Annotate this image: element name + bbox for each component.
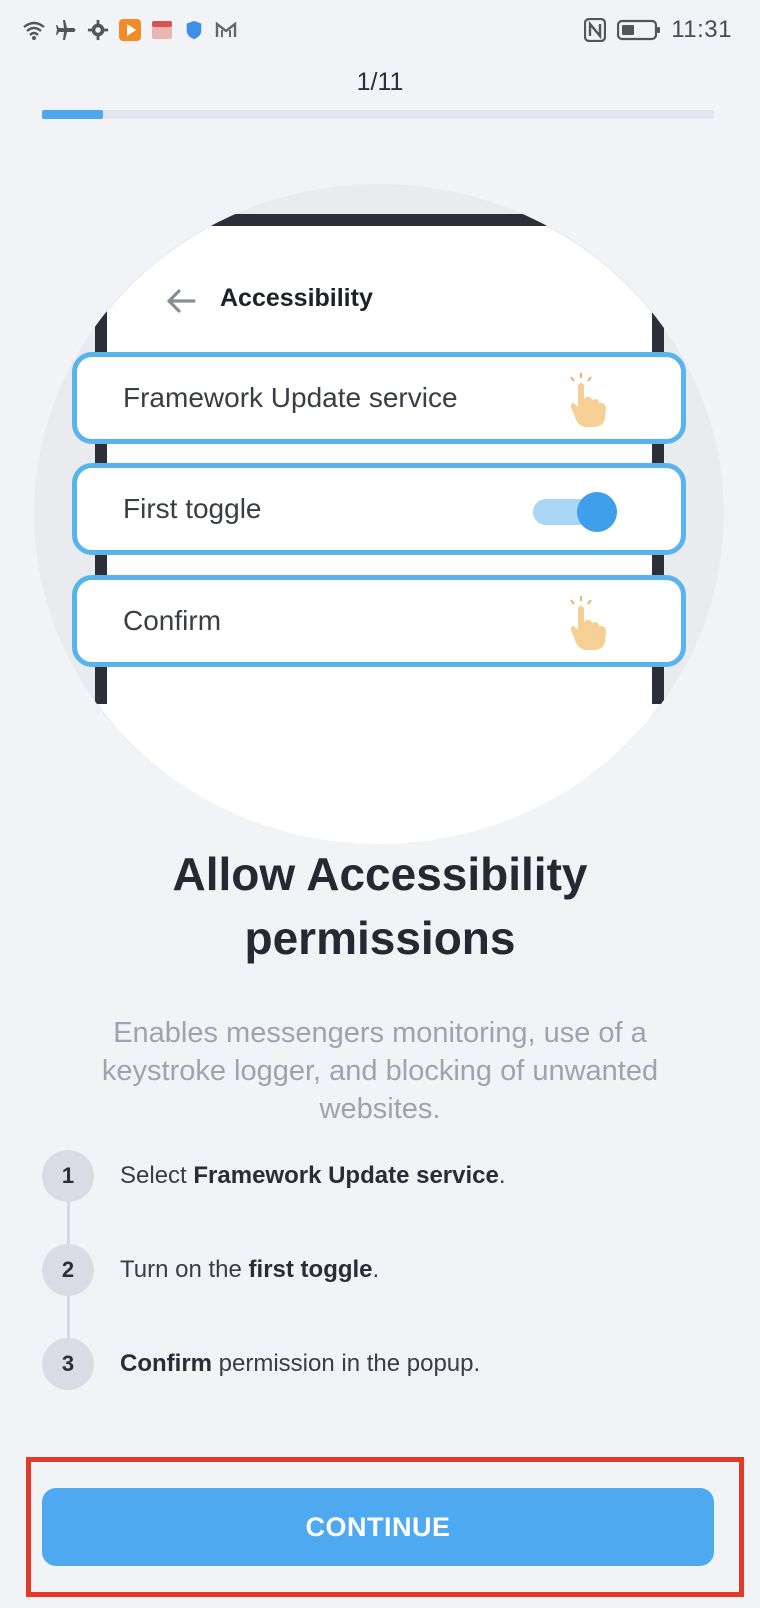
shield-icon bbox=[182, 18, 206, 42]
mail-icon bbox=[214, 18, 238, 42]
toggle-switch-on bbox=[533, 492, 617, 532]
step-number: 3 bbox=[42, 1338, 94, 1390]
tap-hand-icon bbox=[563, 369, 613, 429]
step-number: 2 bbox=[42, 1244, 94, 1296]
progress-bar bbox=[42, 110, 714, 119]
nfc-icon bbox=[583, 18, 607, 42]
play-app-icon bbox=[118, 18, 142, 42]
illustration-row-first-toggle: First toggle bbox=[72, 463, 686, 555]
progress-bar-fill bbox=[42, 110, 104, 119]
page-description: Enables messengers monitoring, use of a … bbox=[101, 1017, 659, 1125]
toggle-knob bbox=[577, 492, 617, 532]
row-label: First toggle bbox=[123, 493, 262, 524]
step-number: 1 bbox=[42, 1150, 94, 1202]
row-label: Confirm bbox=[123, 605, 222, 636]
illustration-fade bbox=[34, 704, 724, 844]
step-1: 1 Select Framework Update service. bbox=[42, 1150, 702, 1202]
status-icons-left bbox=[22, 18, 238, 42]
progress-label: 1/11 bbox=[356, 68, 404, 96]
step-3: 3 Confirm permission in the popup. bbox=[42, 1338, 702, 1390]
phone-screen-title: Accessibility bbox=[220, 284, 373, 312]
wifi-icon bbox=[22, 18, 46, 42]
tap-hand-icon bbox=[563, 592, 613, 652]
status-time: 11:31 bbox=[671, 16, 732, 43]
airplane-icon bbox=[54, 18, 78, 42]
illustration-row-confirm: Confirm bbox=[72, 575, 686, 667]
status-icons-right: 11:31 bbox=[583, 16, 732, 44]
back-arrow-icon bbox=[164, 284, 198, 318]
box-app-icon bbox=[150, 18, 174, 42]
row-label: Framework Update service bbox=[123, 382, 458, 413]
page-title-line2: permissions bbox=[244, 912, 516, 964]
page-title-line1: Allow Accessibility bbox=[172, 848, 588, 900]
page-title: Allow Accessibility permissions bbox=[0, 842, 760, 970]
step-text: Turn on the first toggle. bbox=[120, 1256, 380, 1283]
illustration-row-framework: Framework Update service bbox=[72, 352, 686, 444]
continue-button[interactable]: CONTINUE bbox=[42, 1488, 714, 1566]
step-text: Select Framework Update service. bbox=[120, 1162, 506, 1189]
battery-icon bbox=[617, 18, 661, 42]
step-text: Confirm permission in the popup. bbox=[120, 1350, 481, 1377]
gear-icon bbox=[86, 18, 110, 42]
status-bar: 11:31 bbox=[0, 0, 760, 62]
step-2: 2 Turn on the first toggle. bbox=[42, 1244, 702, 1296]
